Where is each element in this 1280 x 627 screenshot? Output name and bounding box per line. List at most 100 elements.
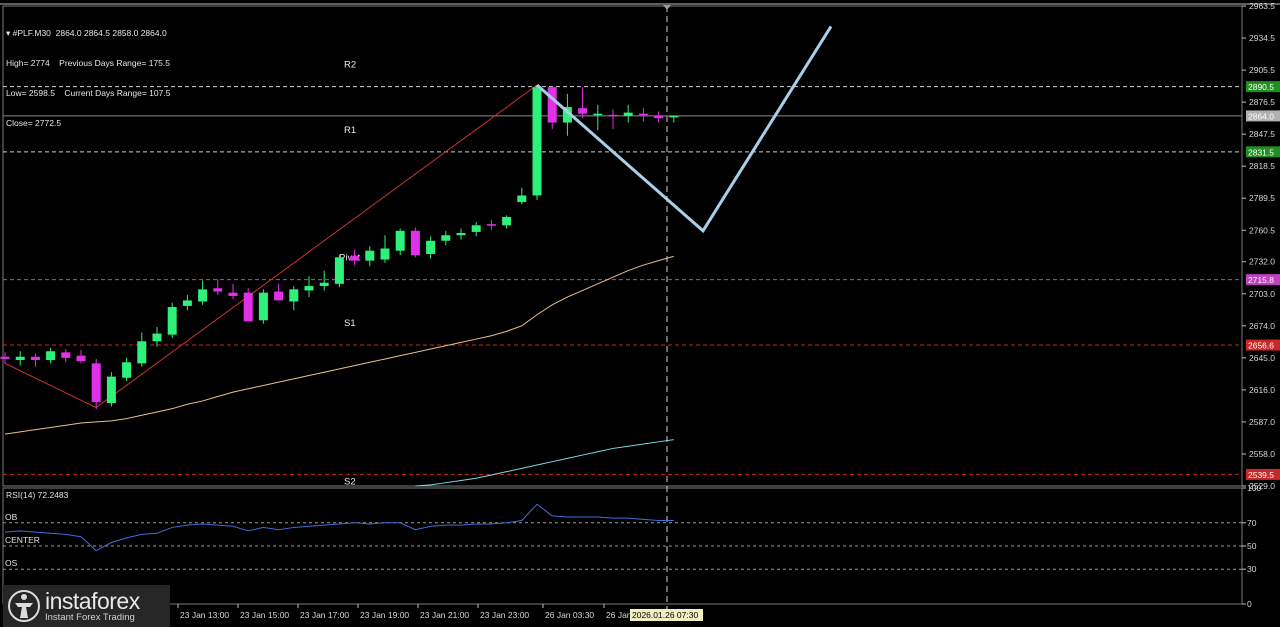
candle-body [334, 257, 344, 284]
candle-body [152, 333, 162, 342]
candle-body [365, 250, 375, 261]
cursor-marker-icon [663, 5, 671, 10]
candle-body [669, 115, 679, 118]
price-badge-label: 2656.6 [1248, 341, 1274, 351]
time-tick-label: 23 Jan 13:00 [180, 610, 229, 620]
price-tick-label: 2905.5 [1249, 65, 1275, 75]
rsi-tick-label: 0 [1247, 599, 1252, 609]
rsi-level-label: OB [5, 512, 18, 522]
symbol-info: ▾ #PLF.M30 2864.0 2864.5 2858.0 2864.0 H… [6, 8, 170, 138]
price-badge-label: 2539.5 [1248, 470, 1274, 480]
time-tick-label: 26 Jan [606, 610, 632, 620]
symbol-info-line: High= 2774 Previous Days Range= 175.5 [6, 58, 170, 68]
candle-body [167, 307, 177, 335]
level-label: R2 [344, 60, 356, 71]
candle-body [76, 355, 86, 362]
candle-body [593, 113, 603, 116]
candle-body [243, 292, 253, 322]
price-tick-label: 2760.5 [1249, 225, 1275, 235]
rsi-tick-label: 100 [1247, 483, 1261, 493]
candle-body [547, 87, 557, 123]
candle-body [502, 217, 512, 226]
price-tick-label: 2674.0 [1249, 321, 1275, 331]
price-tick-label: 2558.0 [1249, 449, 1275, 459]
price-badge-label: 2890.5 [1248, 82, 1274, 92]
time-tick-label: 23 Jan 23:00 [480, 610, 529, 620]
level-label: R1 [344, 125, 356, 136]
price-tick-label: 2876.5 [1249, 97, 1275, 107]
candle-body [30, 356, 40, 361]
price-tick-label: 2934.5 [1249, 33, 1275, 43]
candle-body [91, 363, 101, 403]
cursor-time-label: 2026.01.26 07:30 [632, 610, 698, 620]
forecast-path [536, 25, 833, 234]
level-label: S2 [344, 476, 356, 487]
candle-body [122, 362, 132, 378]
price-tick-label: 2616.0 [1249, 385, 1275, 395]
price-tick-label: 2847.5 [1249, 129, 1275, 139]
candle-body [258, 292, 268, 321]
candle-body [228, 292, 238, 296]
rsi-level-label: OS [5, 558, 18, 568]
price-tick-label: 2703.0 [1249, 289, 1275, 299]
candle-body [623, 112, 633, 116]
symbol-info-line: ▾ #PLF.M30 2864.0 2864.5 2858.0 2864.0 [6, 28, 167, 38]
price-badge-label: 2831.5 [1248, 147, 1274, 157]
candle-body [61, 352, 71, 358]
price-badge-label: 2864.0 [1248, 111, 1274, 121]
candle-body [486, 224, 496, 226]
time-tick-label: 23 Jan 17:00 [300, 610, 349, 620]
rsi-tick-label: 50 [1247, 541, 1257, 551]
rsi-line [4, 503, 674, 552]
candle-body [608, 114, 618, 117]
candle-body [182, 300, 192, 306]
candle-body [517, 195, 527, 203]
price-tick-label: 2789.5 [1249, 193, 1275, 203]
rsi-level-label: CENTER [5, 535, 40, 545]
time-tick-label: 23 Jan 21:00 [420, 610, 469, 620]
candle-body [319, 282, 329, 287]
time-tick-label: 26 Jan 03:30 [545, 610, 594, 620]
candle-body [441, 235, 451, 241]
level-label: S1 [344, 318, 356, 329]
logo-tagline: Instant Forex Trading [45, 612, 135, 623]
candle-body [395, 230, 405, 251]
candle-body [198, 289, 208, 302]
price-tick-label: 2818.5 [1249, 161, 1275, 171]
instaforex-logo: instaforex Instant Forex Trading [3, 585, 170, 627]
candle-body [532, 87, 542, 196]
rsi-tick-label: 70 [1247, 518, 1257, 528]
candle-body [213, 288, 223, 292]
price-tick-label: 2645.0 [1249, 353, 1275, 363]
candle-body [456, 233, 466, 236]
candle-body [578, 108, 588, 114]
symbol-info-line: Low= 2598.5 Current Days Range= 107.5 [6, 88, 171, 98]
candle-body [471, 225, 481, 232]
candle-body [638, 113, 648, 116]
candle-body [137, 341, 147, 364]
symbol-info-line: Close= 2772.5 [6, 118, 62, 128]
rsi-tick-label: 30 [1247, 564, 1257, 574]
candle-body [274, 291, 284, 301]
logo-icon [7, 589, 41, 623]
candle-body [654, 115, 664, 119]
price-tick-label: 2963.5 [1249, 1, 1275, 11]
candle-body [410, 230, 420, 256]
price-tick-label: 2587.0 [1249, 417, 1275, 427]
price-chart: 2963.5 2934.5 2905.5 2876.5 2847.5 2818.5 2789… [0, 1, 1280, 621]
candle-body [0, 356, 10, 359]
candle-body [304, 286, 314, 291]
rsi-title: RSI(14) 72.2483 [6, 490, 69, 500]
candle-body [426, 240, 436, 255]
candle-body [15, 356, 25, 361]
candle-body [289, 289, 299, 302]
price-pane-frame [2, 5, 1243, 487]
time-tick-label: 23 Jan 19:00 [360, 610, 409, 620]
price-badge-label: 2715.8 [1248, 275, 1274, 285]
candle-body [380, 248, 390, 260]
time-tick-label: 23 Jan 15:00 [240, 610, 289, 620]
logo-name: instaforex [45, 588, 140, 614]
candle-body [106, 376, 116, 404]
price-tick-label: 2732.0 [1249, 257, 1275, 267]
candle-body [350, 256, 360, 261]
